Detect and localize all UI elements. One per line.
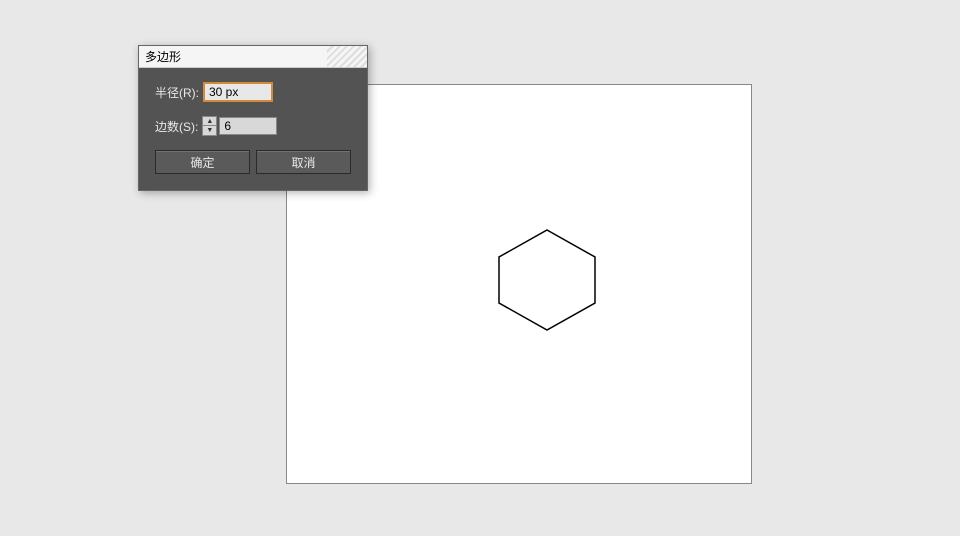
- sides-field-row: 边数(S): ▲ ▼: [155, 116, 351, 136]
- radius-field-row: 半径(R):: [155, 82, 351, 102]
- step-down-button[interactable]: ▼: [203, 126, 216, 135]
- ok-button[interactable]: 确定: [155, 150, 250, 174]
- radius-input[interactable]: [203, 82, 273, 102]
- dialog-titlebar[interactable]: 多边形: [139, 46, 367, 68]
- step-up-button[interactable]: ▲: [203, 117, 216, 126]
- cancel-button[interactable]: 取消: [256, 150, 351, 174]
- sides-input[interactable]: [219, 117, 277, 135]
- stepper-buttons: ▲ ▼: [202, 116, 217, 136]
- dialog-title: 多边形: [145, 48, 181, 65]
- sides-stepper: ▲ ▼: [202, 116, 277, 136]
- polygon-shape: [487, 225, 607, 335]
- radius-label: 半径(R):: [155, 84, 199, 101]
- dialog-body: 半径(R): 边数(S): ▲ ▼ 确定 取消: [139, 68, 367, 190]
- dialog-button-row: 确定 取消: [155, 150, 351, 174]
- polygon-dialog: 多边形 半径(R): 边数(S): ▲ ▼ 确定 取消: [138, 45, 368, 191]
- sides-label: 边数(S):: [155, 118, 198, 135]
